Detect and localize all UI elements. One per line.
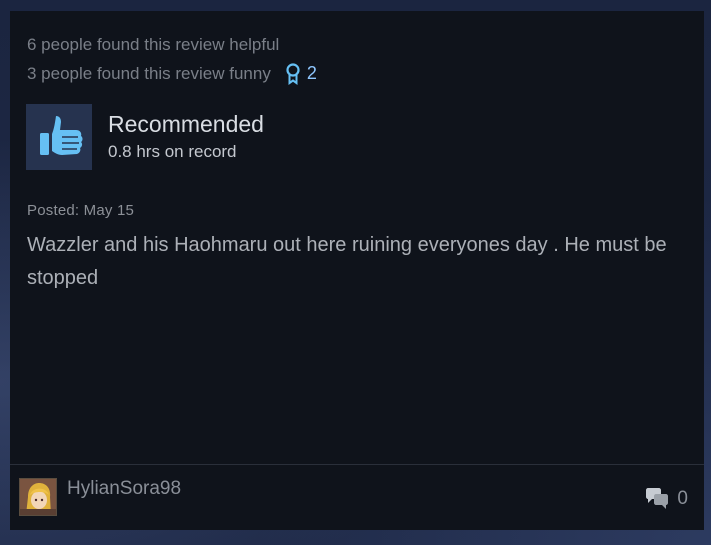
review-footer: HylianSora98 0: [10, 464, 704, 530]
funny-count-text: 3 people found this review funny: [27, 64, 271, 83]
comment-count: 0: [677, 488, 688, 509]
award-indicator[interactable]: 2: [285, 59, 317, 88]
comment-bubbles-icon: [646, 488, 669, 509]
posted-date: Posted: May 15: [27, 202, 135, 219]
funny-row: 3 people found this review funny 2: [27, 59, 317, 88]
recommendation-title: Recommended: [108, 111, 264, 137]
helpful-count-text: 6 people found this review helpful: [27, 35, 280, 54]
user-avatar-image: [20, 479, 56, 515]
playtime-text: 0.8 hrs on record: [108, 142, 237, 161]
helpful-row: 6 people found this review helpful: [27, 30, 317, 59]
avatar[interactable]: [19, 478, 57, 516]
comments-button[interactable]: 0: [644, 487, 688, 511]
review-text: Wazzler and his Haohmaru out here ruinin…: [27, 234, 667, 289]
recommendation-block: Recommended 0.8 hrs on record: [26, 104, 264, 170]
author-name-link[interactable]: HylianSora98: [67, 478, 181, 500]
award-ribbon-icon: [286, 62, 300, 85]
award-count: 2: [306, 63, 317, 83]
thumbs-up-icon: [26, 104, 92, 170]
vote-summary: 6 people found this review helpful 3 peo…: [27, 30, 317, 88]
review-card: 6 people found this review helpful 3 peo…: [10, 11, 704, 530]
verdict-text: Recommended 0.8 hrs on record: [108, 110, 264, 164]
